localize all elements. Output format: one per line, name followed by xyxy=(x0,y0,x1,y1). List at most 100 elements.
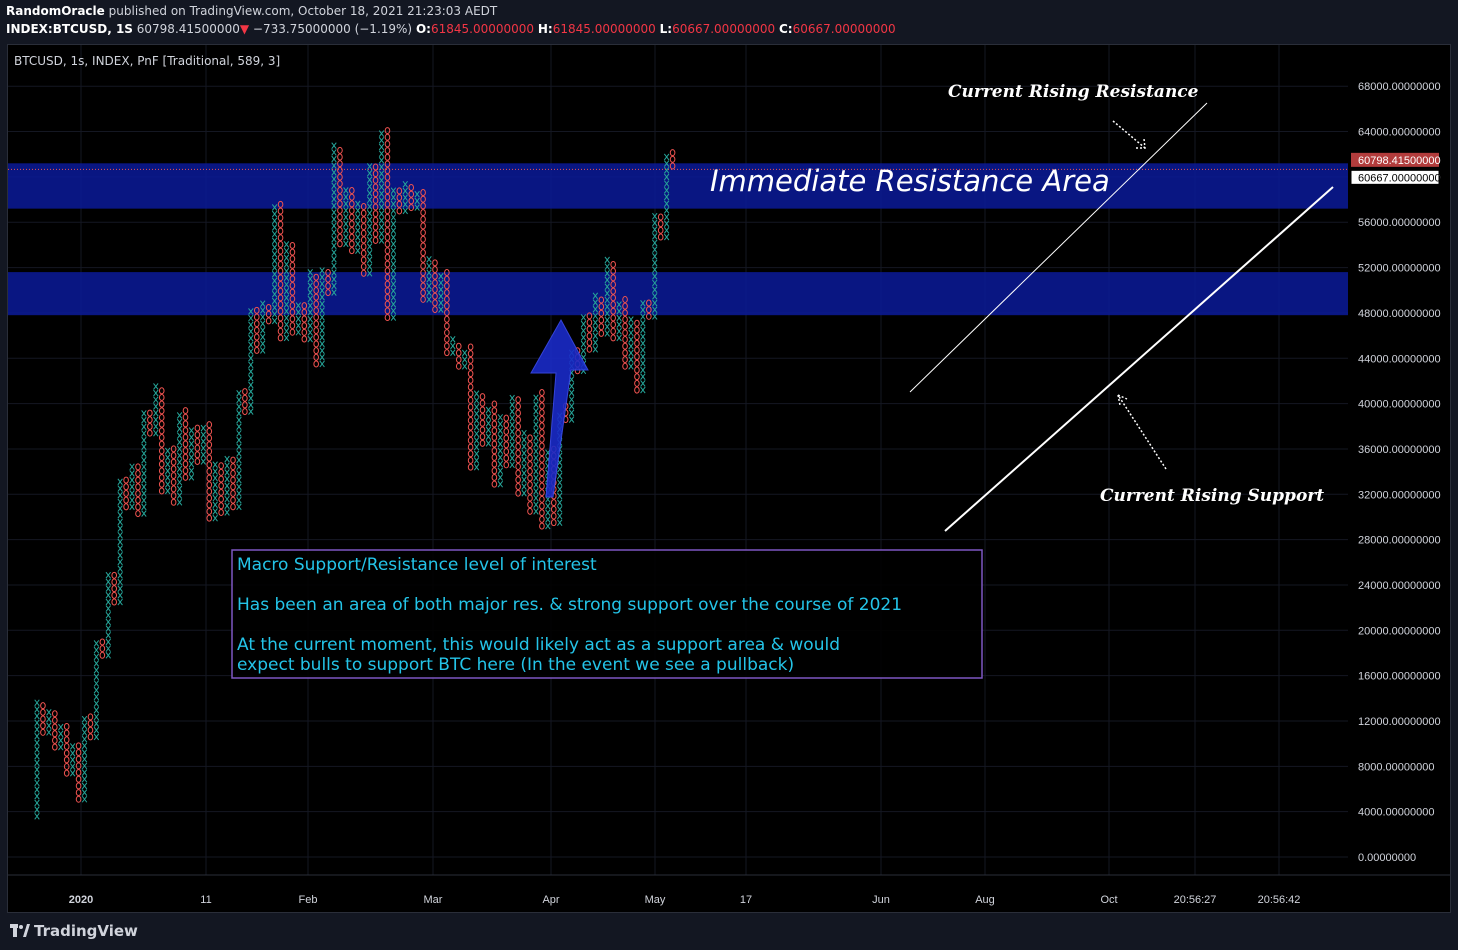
pnf-chart[interactable]: Immediate Resistance Area Current Rising … xyxy=(8,45,1450,912)
o-box xyxy=(467,390,474,398)
o-box xyxy=(539,449,545,457)
x-tick-label: Feb xyxy=(299,894,318,906)
o-box xyxy=(206,474,213,482)
x-box xyxy=(355,247,361,254)
y-tick-label: 28000.00000000 xyxy=(1358,535,1441,547)
o-box xyxy=(360,223,367,231)
o-box xyxy=(622,336,628,344)
o-box xyxy=(420,209,426,217)
resistance-zone xyxy=(8,272,1348,316)
x-box xyxy=(509,401,515,409)
x-column xyxy=(93,640,100,741)
x-box xyxy=(81,789,88,796)
o-box xyxy=(384,253,391,261)
o-box xyxy=(444,315,450,323)
x-tick-label: Oct xyxy=(1100,894,1117,906)
o-box xyxy=(253,326,260,334)
x-box xyxy=(485,426,492,434)
x-box xyxy=(557,485,563,493)
o-box xyxy=(301,315,308,323)
o-box xyxy=(634,379,640,387)
o-box xyxy=(515,436,521,444)
x-box xyxy=(93,733,100,741)
o-box xyxy=(170,498,177,506)
x-box xyxy=(93,666,100,674)
o-box xyxy=(170,458,177,466)
o-box xyxy=(337,240,343,248)
o-box xyxy=(194,451,201,459)
x-box xyxy=(604,316,610,324)
x-box xyxy=(153,429,159,437)
o-box xyxy=(158,487,165,495)
x-box xyxy=(236,456,242,464)
x-box xyxy=(117,592,123,599)
x-column xyxy=(509,394,515,469)
x-box xyxy=(640,346,646,354)
x-box xyxy=(93,713,100,721)
o-box xyxy=(384,127,391,135)
x-box xyxy=(188,460,195,468)
o-box xyxy=(491,473,498,481)
o-box xyxy=(479,413,486,421)
x-box xyxy=(533,421,539,428)
x-box xyxy=(117,598,123,606)
x-column xyxy=(521,429,527,497)
x-box xyxy=(236,490,242,497)
x-box xyxy=(224,495,230,503)
close-value: 60667.00000000 xyxy=(792,22,896,36)
o-box xyxy=(147,422,153,430)
o-box xyxy=(479,433,486,441)
x-box xyxy=(141,410,147,417)
o-box xyxy=(515,409,521,417)
x-box xyxy=(117,505,123,512)
x-box xyxy=(81,735,88,743)
chart-panel[interactable]: Immediate Resistance Area Current Rising … xyxy=(7,44,1451,913)
author-name[interactable]: RandomOracle xyxy=(6,4,105,18)
x-box xyxy=(200,438,207,445)
o-box xyxy=(598,316,605,324)
x-box xyxy=(153,396,159,404)
x-box xyxy=(93,640,100,647)
o-box xyxy=(384,227,391,235)
x-box xyxy=(117,551,123,559)
x-box xyxy=(509,461,515,469)
x-box xyxy=(616,327,622,335)
o-box xyxy=(384,153,391,161)
o-box xyxy=(467,456,474,464)
x-box xyxy=(93,706,100,714)
o-box xyxy=(539,389,545,397)
o-box xyxy=(467,430,474,438)
o-box xyxy=(123,476,129,484)
x-box xyxy=(34,746,40,753)
high-value: 61845.00000000 xyxy=(552,22,656,36)
o-box xyxy=(158,407,165,415)
x-box xyxy=(260,320,266,327)
x-box xyxy=(307,335,313,343)
rising-support-label: Current Rising Support xyxy=(1100,486,1324,506)
o-box xyxy=(515,396,521,404)
o-box xyxy=(40,708,46,716)
x-box xyxy=(176,452,183,459)
x-box xyxy=(663,213,670,221)
o-box xyxy=(230,463,236,471)
x-box xyxy=(176,412,183,419)
o-box xyxy=(444,322,450,330)
x-box xyxy=(105,605,111,612)
o-box xyxy=(491,460,498,468)
o-box xyxy=(384,314,391,322)
x-box xyxy=(188,440,195,448)
x-box xyxy=(331,155,337,163)
x-box xyxy=(141,496,147,504)
x-box xyxy=(105,651,111,659)
x-box xyxy=(93,680,100,687)
x-box xyxy=(640,386,646,394)
x-box xyxy=(545,502,551,510)
o-box xyxy=(467,410,474,418)
o-box xyxy=(634,353,640,361)
x-column xyxy=(200,424,207,465)
o-box xyxy=(598,323,605,331)
tradingview-brand[interactable]: TradingView xyxy=(10,922,138,940)
x-box xyxy=(117,525,123,532)
o-box xyxy=(182,407,189,415)
o-box xyxy=(349,240,355,248)
